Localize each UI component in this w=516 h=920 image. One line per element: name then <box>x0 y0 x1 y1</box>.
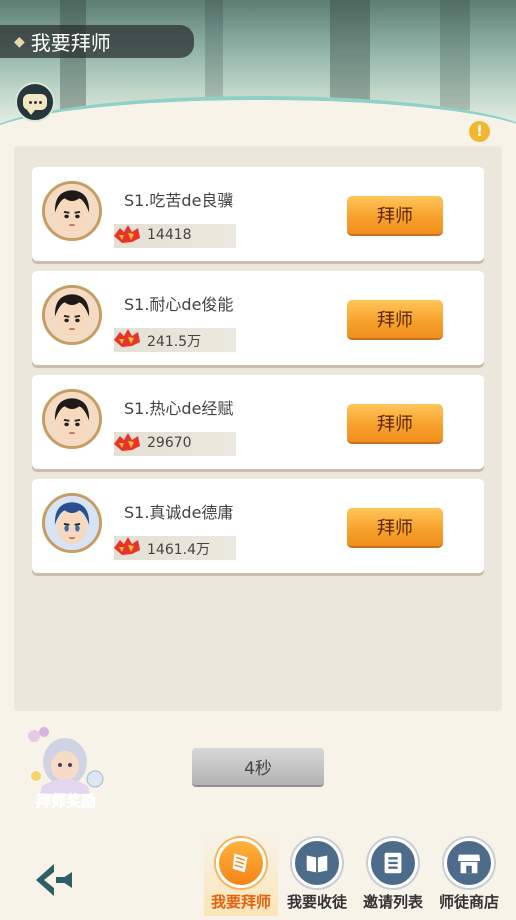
player-name: S1.真诚de德庸 <box>124 503 234 522</box>
apprentice-button-label: 拜师 <box>377 206 413 227</box>
master-card: S1.耐心de俊能 241.5万 拜师 <box>32 271 484 365</box>
combat-power-value: 29670 <box>147 435 192 451</box>
combat-power: 241.5万 <box>114 327 236 352</box>
apprentice-button-label: 拜师 <box>377 414 413 435</box>
combat-power-icon <box>114 225 140 243</box>
apprentice-button[interactable]: 拜师 <box>347 404 443 442</box>
scroll-icon <box>216 838 266 888</box>
combat-power: 29670 <box>114 431 236 456</box>
reward-label: 拜师奖励 <box>36 792 96 810</box>
list-icon <box>368 838 418 888</box>
combat-power-value: 1461.4万 <box>147 542 210 558</box>
reward-character-icon: 拜师奖励 <box>28 727 104 810</box>
male-avatar-icon[interactable] <box>42 285 102 345</box>
countdown-label: 4秒 <box>244 759 272 779</box>
tab-book[interactable]: 我要收徒 <box>279 838 355 912</box>
player-name: S1.热心de经赋 <box>124 399 234 418</box>
back-button[interactable] <box>30 860 78 900</box>
chat-button[interactable] <box>15 82 55 122</box>
combat-power: 1461.4万 <box>114 535 236 560</box>
tab-scroll[interactable]: 我要拜师 <box>203 838 279 912</box>
tab-label: 我要拜师 <box>210 893 271 911</box>
tree-trunk <box>440 0 470 110</box>
master-reward-button[interactable]: 拜师奖励 <box>20 724 112 812</box>
countdown-button[interactable]: 4秒 <box>192 748 324 785</box>
combat-power: 14418 <box>114 223 236 248</box>
master-card: S1.热心de经赋 29670 拜师 <box>32 375 484 469</box>
page-title-bar: ◆ 我要拜师 <box>0 25 194 58</box>
tab-label: 师徒商店 <box>438 893 499 911</box>
apprentice-button-label: 拜师 <box>377 310 413 331</box>
master-card: S1.真诚de德庸 1461.4万 拜师 <box>32 479 484 573</box>
tab-shop[interactable]: 师徒商店 <box>431 838 507 912</box>
back-arrow-icon <box>36 864 72 896</box>
apprentice-button[interactable]: 拜师 <box>347 196 443 234</box>
tree-trunk <box>330 0 370 100</box>
shop-icon <box>444 838 494 888</box>
master-card: S1.吃苦de良骥 14418 拜师 <box>32 167 484 261</box>
tab-label: 我要收徒 <box>286 893 347 911</box>
combat-power-value: 241.5万 <box>147 334 202 350</box>
chat-icon <box>23 94 47 115</box>
info-icon[interactable]: ! <box>469 121 490 142</box>
header-banner <box>0 0 516 125</box>
female-avatar-icon[interactable] <box>42 493 102 553</box>
combat-power-value: 14418 <box>147 227 192 243</box>
player-name: S1.耐心de俊能 <box>124 295 234 314</box>
book-icon <box>292 838 342 888</box>
combat-power-icon <box>114 537 140 555</box>
page-title: 我要拜师 <box>30 31 111 55</box>
tab-label: 邀请列表 <box>362 893 423 911</box>
tree-trunk <box>205 0 223 105</box>
male-avatar-icon[interactable] <box>42 389 102 449</box>
apprentice-button[interactable]: 拜师 <box>347 300 443 338</box>
male-avatar-icon[interactable] <box>42 181 102 241</box>
combat-power-icon <box>114 329 140 347</box>
diamond-icon: ◆ <box>14 33 25 50</box>
combat-power-icon <box>114 433 140 451</box>
player-name: S1.吃苦de良骥 <box>124 191 234 210</box>
tab-list[interactable]: 邀请列表 <box>355 838 431 912</box>
apprentice-button[interactable]: 拜师 <box>347 508 443 546</box>
apprentice-button-label: 拜师 <box>377 518 413 539</box>
